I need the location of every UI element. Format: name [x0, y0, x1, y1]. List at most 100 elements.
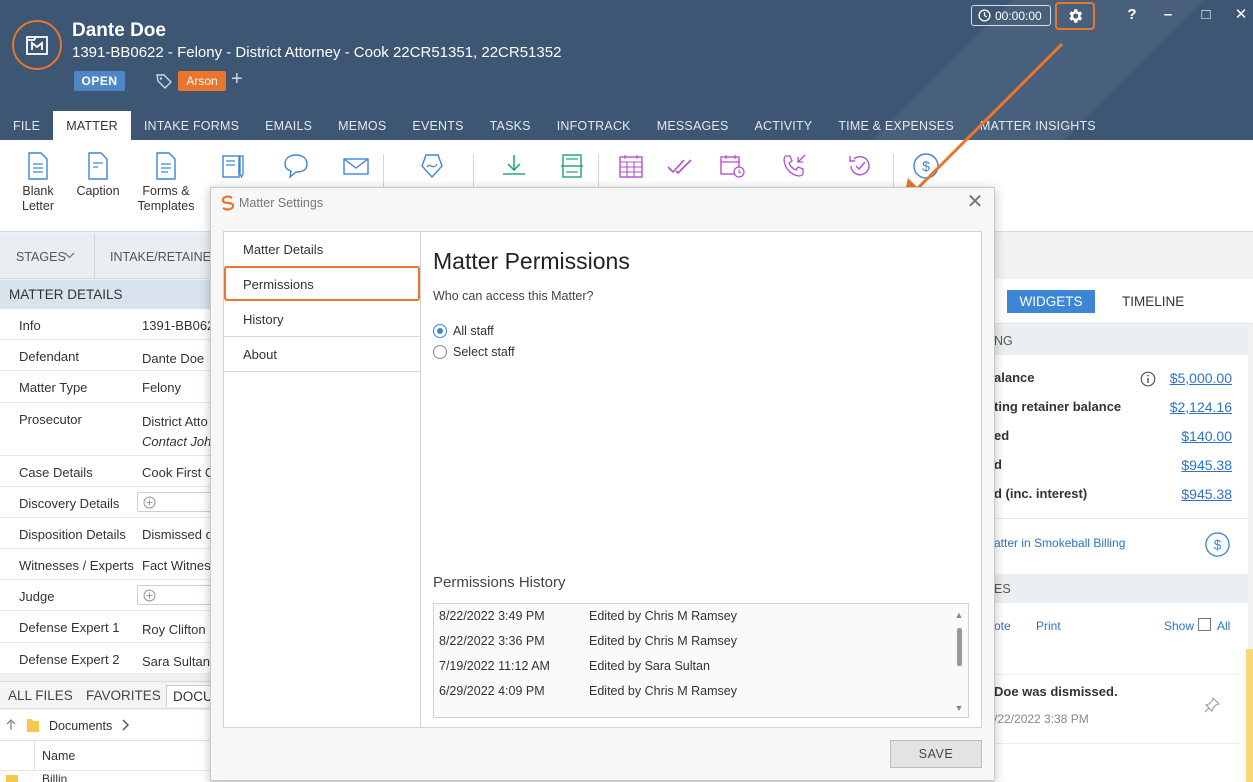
file-name: Billin	[42, 772, 68, 782]
widgets-button[interactable]: WIDGETS	[1007, 290, 1095, 313]
event-button[interactable]	[718, 152, 746, 184]
nav-matter-details[interactable]: Matter Details	[224, 232, 420, 267]
scroll-down-icon[interactable]: ▼	[954, 703, 964, 713]
smokeball-billing-link[interactable]: atter in Smokeball Billing	[994, 536, 1125, 550]
close-window-button[interactable]: ✕	[1229, 4, 1253, 26]
maximize-button[interactable]: □	[1194, 4, 1218, 26]
tag-icon[interactable]	[155, 72, 173, 93]
caption-button[interactable]: Caption	[75, 152, 121, 199]
panel-toggle: WIDGETS TIMELINE	[994, 279, 1253, 324]
radio-all-staff[interactable]: All staff	[433, 323, 633, 341]
amount-link[interactable]: $945.38	[1181, 457, 1232, 473]
add-judge-field[interactable]	[137, 585, 217, 605]
tab-documents[interactable]: DOCU	[166, 685, 216, 707]
amount-link[interactable]: $945.38	[1181, 486, 1232, 502]
arrow-up-icon[interactable]	[4, 718, 18, 735]
envelope-icon	[343, 158, 369, 175]
tab-file[interactable]: FILE	[0, 111, 53, 140]
nav-about[interactable]: About	[224, 337, 420, 372]
add-tag-button[interactable]: +	[231, 68, 243, 91]
detail-row-witnesses[interactable]: Witnesses / Experts Fact Witness	[0, 549, 217, 580]
tab-all-files[interactable]: ALL FILES	[8, 688, 73, 703]
pin-icon[interactable]	[1204, 696, 1221, 716]
message-button[interactable]	[282, 152, 310, 184]
memo-card[interactable]: Doe was dismissed. /22/2022 3:38 PM	[994, 674, 1241, 744]
double-check-icon	[667, 159, 692, 175]
calendar-button[interactable]	[617, 152, 645, 184]
matter-icon	[12, 20, 62, 70]
notepad-button[interactable]	[220, 152, 248, 184]
folder-icon	[6, 775, 18, 782]
stages-dropdown[interactable]: STAGES	[16, 250, 66, 264]
nav-history[interactable]: History	[224, 302, 420, 337]
detail-row-prosecutor[interactable]: Prosecutor District Atto Contact John	[0, 403, 219, 456]
detail-row-discovery[interactable]: Discovery Details	[0, 487, 217, 518]
forms-templates-button[interactable]: Forms & Templates	[137, 152, 195, 214]
download-button[interactable]	[500, 152, 528, 184]
tab-tasks[interactable]: TASKS	[477, 111, 544, 140]
tab-memos[interactable]: MEMOS	[325, 111, 399, 140]
tasks-check-button[interactable]	[666, 152, 694, 184]
status-badge[interactable]: OPEN	[74, 71, 125, 91]
detail-row-judge[interactable]: Judge	[0, 580, 217, 611]
add-discovery-field[interactable]	[137, 492, 217, 512]
detail-row-info[interactable]: Info 1391-BB0622	[0, 309, 222, 340]
scan-button[interactable]	[558, 152, 586, 184]
show-all-checkbox[interactable]	[1198, 618, 1211, 631]
nav-permissions[interactable]: Permissions	[224, 266, 420, 301]
detail-row-defense-expert-2[interactable]: Defense Expert 2 Sara Sultan	[0, 643, 210, 674]
file-list-row[interactable]: Billin	[0, 770, 210, 782]
detail-row-disposition[interactable]: Disposition Details Dismissed o	[0, 518, 213, 549]
tab-favorites[interactable]: FAVORITES	[86, 688, 161, 703]
tab-events[interactable]: EVENTS	[399, 111, 476, 140]
minimize-button[interactable]: –	[1156, 4, 1180, 26]
files-tabs: ALL FILES FAVORITES DOCU	[0, 681, 216, 709]
detail-row-defense-expert-1[interactable]: Defense Expert 1 Roy Clifton	[0, 611, 210, 643]
radio-unselected-icon	[433, 345, 447, 359]
scroll-up-icon[interactable]: ▲	[954, 610, 964, 620]
stage-intake-retainer[interactable]: INTAKE/RETAINER	[110, 250, 220, 264]
column-name[interactable]: Name	[42, 749, 75, 763]
info-icon[interactable]	[1140, 371, 1156, 390]
close-dialog-button[interactable]: ✕	[964, 192, 986, 212]
detail-row-defendant[interactable]: Defendant Dante Doe	[0, 340, 210, 371]
matter-description: 1391-BB0622 - Felony - District Attorney…	[72, 44, 562, 61]
widget-divider	[994, 518, 1248, 519]
amount-link[interactable]: $2,124.16	[1170, 399, 1232, 415]
tab-infotrack[interactable]: INFOTRACK	[544, 111, 644, 140]
tab-emails[interactable]: EMAILS	[252, 111, 325, 140]
add-note-link[interactable]: ote	[994, 619, 1011, 633]
print-link[interactable]: Print	[1036, 619, 1061, 633]
save-button[interactable]: SAVE	[890, 740, 982, 768]
breadcrumb-documents[interactable]: Documents	[49, 719, 112, 733]
help-button[interactable]: ?	[1120, 4, 1144, 26]
timeline-button[interactable]: TIMELINE	[1122, 294, 1184, 309]
history-scrollbar[interactable]: ▲ ▼	[954, 610, 964, 713]
chevron-down-icon	[64, 249, 75, 264]
timer-button[interactable]: 00:00:00	[971, 5, 1051, 26]
tab-activity[interactable]: ACTIVITY	[741, 111, 825, 140]
permissions-history-list[interactable]: 8/22/2022 3:49 PM Edited by Chris M Ramse…	[433, 603, 969, 718]
scrollbar-thumb[interactable]	[957, 628, 962, 666]
history-button[interactable]	[846, 152, 874, 184]
matter-tag[interactable]: Arson	[178, 71, 226, 91]
blank-letter-button[interactable]: Blank Letter	[20, 152, 56, 214]
tab-messages[interactable]: MESSAGES	[644, 111, 742, 140]
detail-row-matter-type[interactable]: Matter Type Felony	[0, 371, 210, 403]
tab-intake-forms[interactable]: INTAKE FORMS	[131, 111, 252, 140]
phone-call-button[interactable]	[781, 152, 809, 184]
tab-matter[interactable]: MATTER	[53, 111, 131, 140]
settings-button[interactable]	[1055, 2, 1095, 30]
matter-details-header: MATTER DETAILS	[0, 280, 210, 309]
dollar-circle-icon[interactable]: $	[1204, 531, 1231, 561]
detail-row-case-details[interactable]: Case Details Cook First C	[0, 456, 214, 487]
sign-button[interactable]	[418, 152, 446, 184]
stages-bar: STAGES INTAKE/RETAINER	[0, 234, 220, 279]
radio-select-staff[interactable]: Select staff	[433, 344, 633, 362]
all-label: All	[1217, 619, 1231, 633]
memo-scroll-indicator	[1246, 649, 1253, 782]
amount-link[interactable]: $5,000.00	[1170, 370, 1232, 386]
amount-link[interactable]: $140.00	[1181, 428, 1232, 444]
breadcrumb: Documents	[0, 710, 210, 740]
email-button[interactable]	[342, 152, 370, 184]
